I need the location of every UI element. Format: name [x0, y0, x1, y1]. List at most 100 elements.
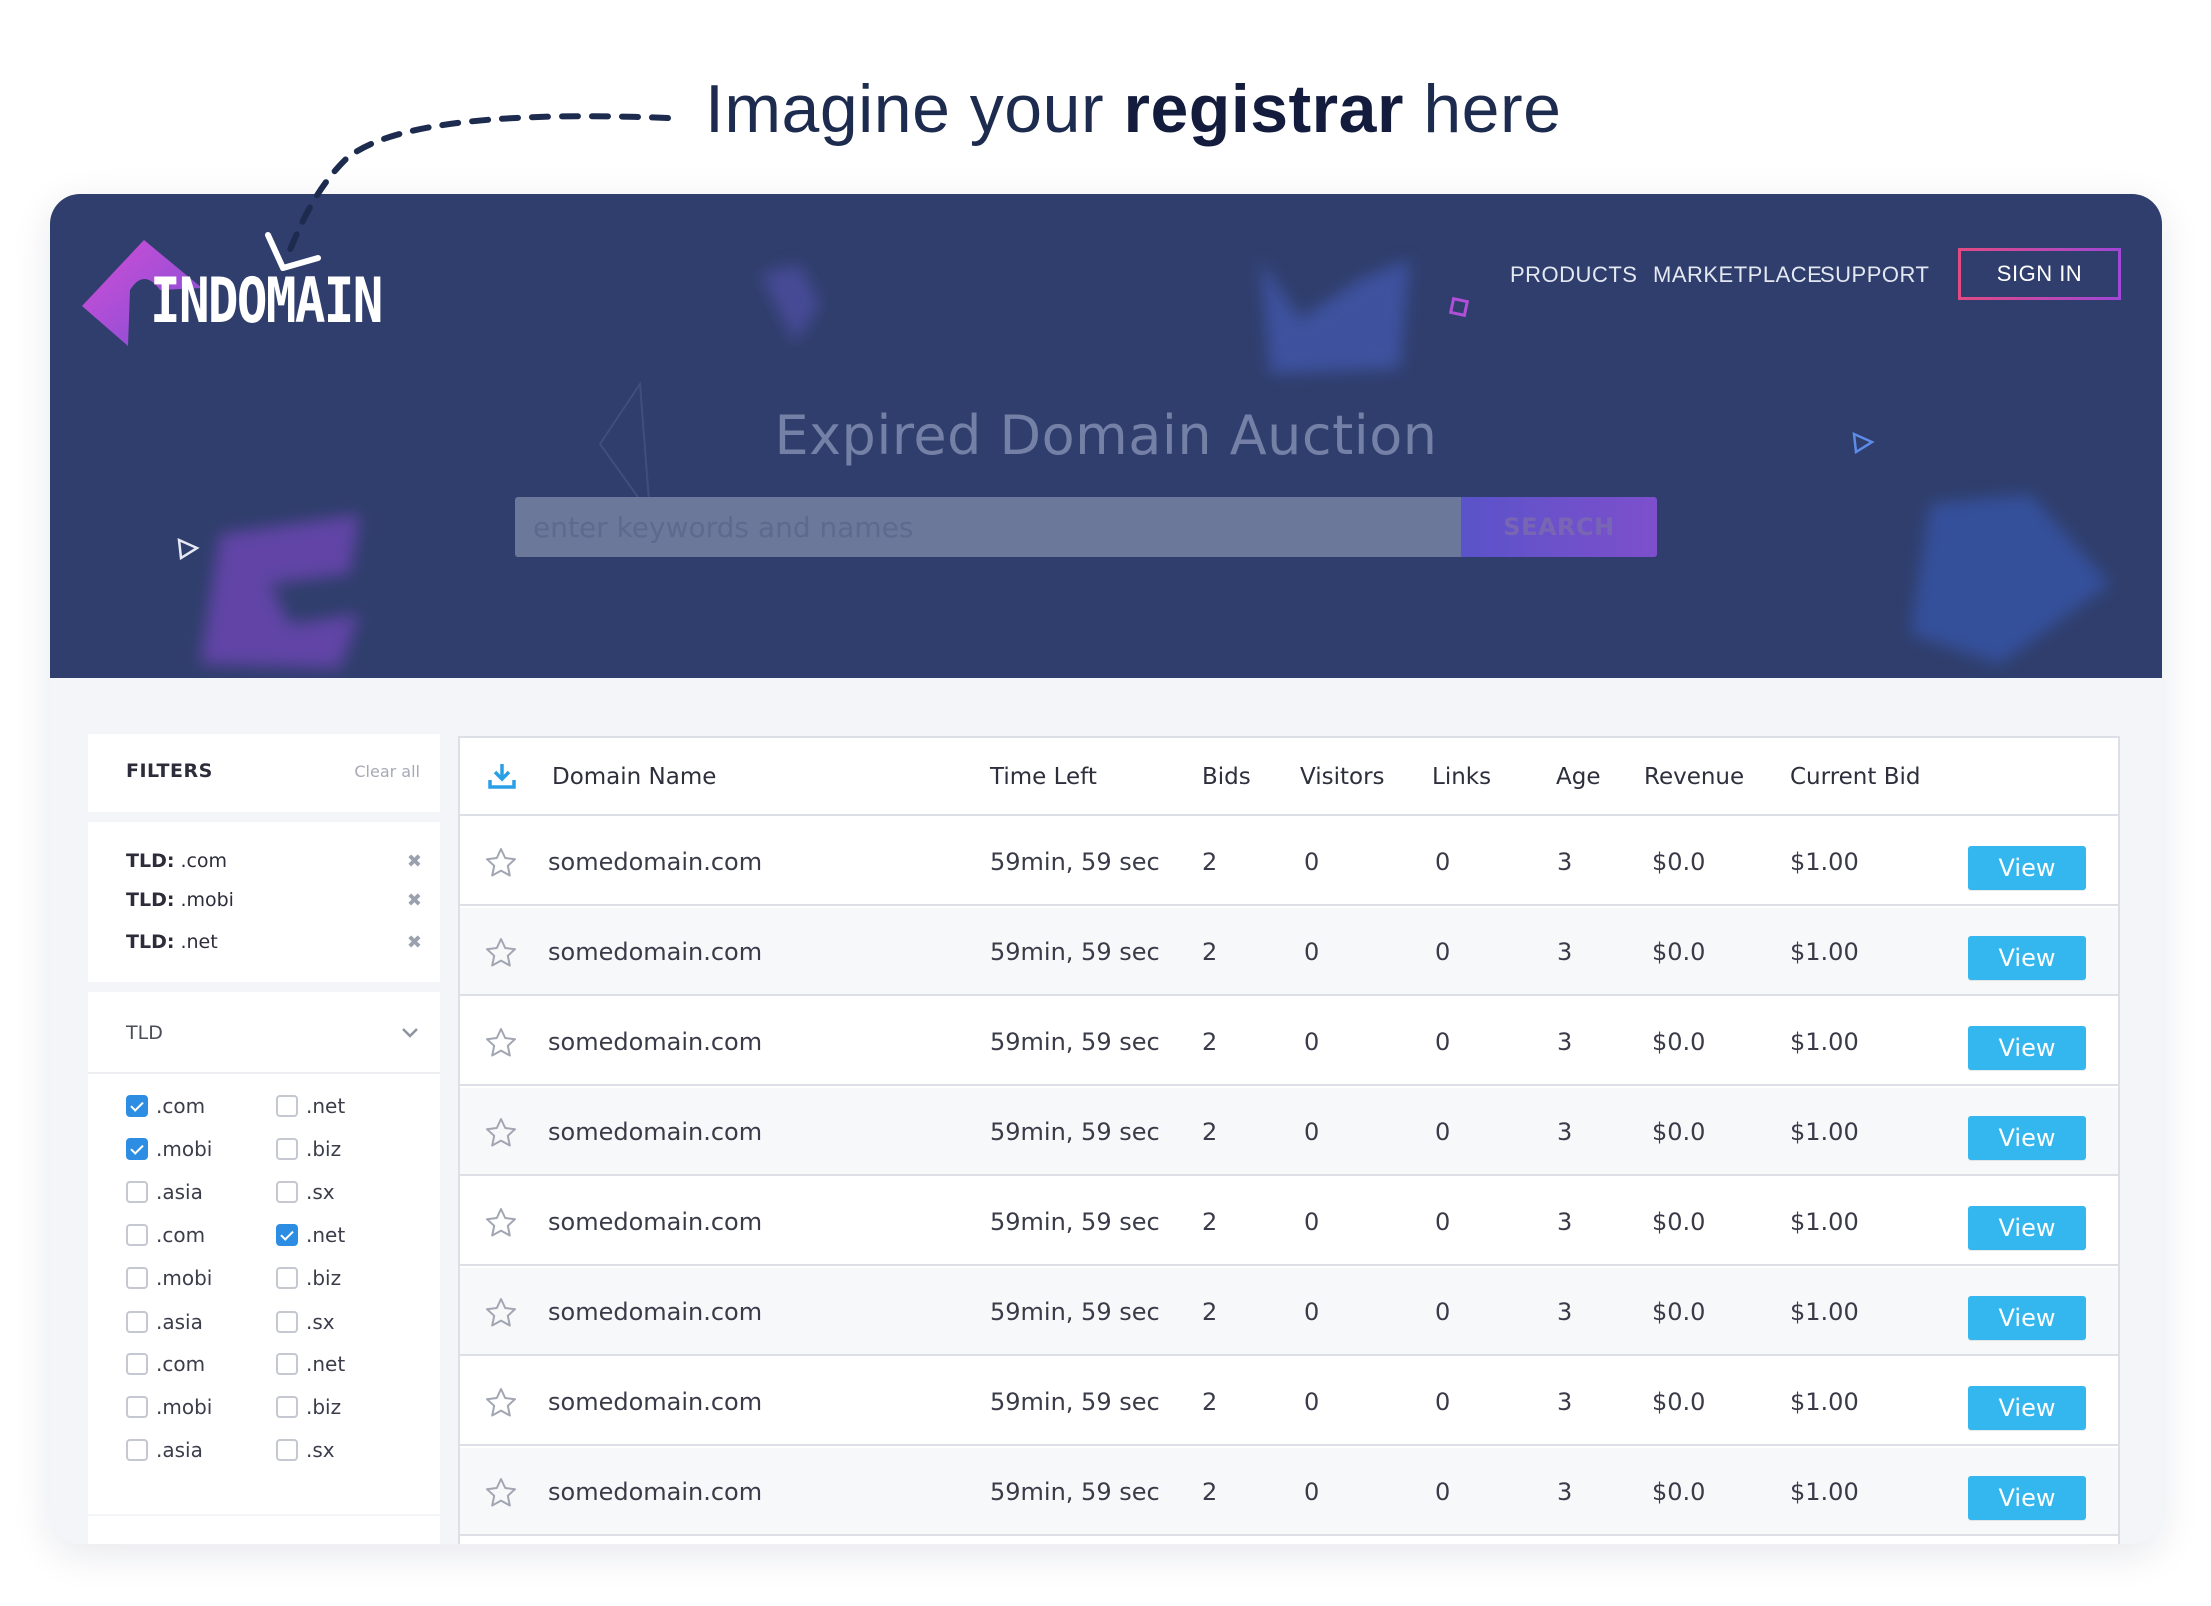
checkbox-empty-icon[interactable] [276, 1439, 298, 1461]
checkbox-empty-icon[interactable] [276, 1353, 298, 1375]
tld-checkbox[interactable]: .asia [126, 1180, 203, 1204]
checkbox-checked-icon[interactable] [276, 1224, 298, 1246]
cell-current-bid: $1.00 [1790, 1208, 1859, 1236]
checkbox-empty-icon[interactable] [126, 1439, 148, 1461]
nav-products-link[interactable]: PRODUCTS [1510, 262, 1637, 288]
cell-time-left: 59min, 59 sec [990, 938, 1160, 966]
checkbox-empty-icon[interactable] [276, 1311, 298, 1333]
cell-current-bid: $1.00 [1790, 938, 1859, 966]
col-age[interactable]: Age [1556, 764, 1600, 790]
tld-checkbox[interactable]: .net [276, 1352, 345, 1376]
star-icon[interactable] [484, 1026, 518, 1060]
tld-checkbox[interactable]: .mobi [126, 1137, 212, 1161]
nav-support-link[interactable]: SUPPORT [1820, 262, 1929, 288]
col-time-left[interactable]: Time Left [990, 764, 1097, 790]
active-filter-chip: TLD: .mobi ✖ [126, 885, 422, 915]
col-links[interactable]: Links [1432, 764, 1491, 790]
checkbox-checked-icon[interactable] [126, 1138, 148, 1160]
col-visitors[interactable]: Visitors [1300, 764, 1385, 790]
cell-visitors: 0 [1304, 1478, 1320, 1506]
star-icon[interactable] [484, 1206, 518, 1240]
cell-age: 3 [1557, 1388, 1573, 1416]
col-bids[interactable]: Bids [1202, 764, 1251, 790]
search-input[interactable] [515, 497, 1461, 557]
cell-visitors: 0 [1304, 1208, 1320, 1236]
caption-suffix: here [1423, 71, 1562, 147]
view-button[interactable]: View [1968, 1296, 2086, 1340]
tld-checkbox[interactable]: .net [276, 1094, 345, 1118]
checkbox-empty-icon[interactable] [276, 1181, 298, 1203]
remove-filter-icon[interactable]: ✖ [407, 932, 422, 953]
tld-checkbox[interactable]: .net [276, 1223, 345, 1247]
tld-checkbox[interactable]: .sx [276, 1180, 335, 1204]
star-icon[interactable] [484, 1116, 518, 1150]
cell-domain[interactable]: somedomain.com [548, 938, 762, 966]
nav-marketplace-link[interactable]: MARKETPLACE [1653, 262, 1822, 288]
checkbox-empty-icon[interactable] [126, 1353, 148, 1375]
tld-checkbox[interactable]: .com [126, 1223, 205, 1247]
cell-age: 3 [1557, 938, 1573, 966]
star-icon[interactable] [484, 1386, 518, 1420]
filter-value: .com [180, 850, 228, 872]
table-row: somedomain.com 59min, 59 sec 2 0 0 3 $0.0 $1.00… [460, 1088, 2118, 1176]
filter-value: .net [180, 931, 218, 953]
cell-revenue: $0.0 [1652, 1118, 1706, 1146]
checkbox-empty-icon[interactable] [126, 1181, 148, 1203]
view-button[interactable]: View [1968, 846, 2086, 890]
view-button[interactable]: View [1968, 1026, 2086, 1070]
col-domain-name[interactable]: Domain Name [552, 764, 716, 790]
tld-checkbox[interactable]: .biz [276, 1395, 341, 1419]
checkbox-empty-icon[interactable] [126, 1311, 148, 1333]
view-button[interactable]: View [1968, 1386, 2086, 1430]
download-icon[interactable] [486, 760, 518, 792]
cell-domain[interactable]: somedomain.com [548, 1298, 762, 1326]
col-revenue[interactable]: Revenue [1644, 764, 1744, 790]
decor-shape-icon [760, 264, 820, 344]
caption-prefix: Imagine your [705, 71, 1105, 147]
remove-filter-icon[interactable]: ✖ [407, 890, 422, 911]
cell-domain[interactable]: somedomain.com [548, 1028, 762, 1056]
checkbox-checked-icon[interactable] [126, 1095, 148, 1117]
tld-checkbox[interactable]: .biz [276, 1266, 341, 1290]
sign-in-button[interactable]: SIGN IN [1958, 248, 2121, 300]
cell-visitors: 0 [1304, 1388, 1320, 1416]
tld-checkbox[interactable]: .asia [126, 1438, 203, 1462]
tld-checkbox-label: .mobi [156, 1395, 213, 1419]
tld-checkbox[interactable]: .biz [276, 1137, 341, 1161]
star-icon[interactable] [484, 1476, 518, 1510]
cell-domain[interactable]: somedomain.com [548, 848, 762, 876]
table-row: somedomain.com 59min, 59 sec 2 0 0 3 $0.0 $1.00… [460, 998, 2118, 1086]
star-icon[interactable] [484, 1296, 518, 1330]
search-button[interactable]: SEARCH [1461, 497, 1657, 557]
view-button[interactable]: View [1968, 1116, 2086, 1160]
checkbox-empty-icon[interactable] [276, 1396, 298, 1418]
tld-checkbox[interactable]: .com [126, 1352, 205, 1376]
cell-domain[interactable]: somedomain.com [548, 1118, 762, 1146]
tld-filter-toggle[interactable]: TLD [88, 992, 440, 1074]
checkbox-empty-icon[interactable] [276, 1095, 298, 1117]
checkbox-empty-icon[interactable] [126, 1396, 148, 1418]
tld-checkbox[interactable]: .sx [276, 1438, 335, 1462]
view-button[interactable]: View [1968, 1476, 2086, 1520]
cell-domain[interactable]: somedomain.com [548, 1208, 762, 1236]
cell-domain[interactable]: somedomain.com [548, 1478, 762, 1506]
star-icon[interactable] [484, 846, 518, 880]
tld-checkbox[interactable]: .mobi [126, 1266, 212, 1290]
cell-domain[interactable]: somedomain.com [548, 1388, 762, 1416]
caption-text: Imagine your registrar here [705, 70, 1561, 148]
col-current-bid[interactable]: Current Bid [1790, 764, 1920, 790]
checkbox-empty-icon[interactable] [126, 1267, 148, 1289]
tld-checkbox[interactable]: .com [126, 1094, 205, 1118]
view-button[interactable]: View [1968, 1206, 2086, 1250]
tld-checkbox[interactable]: .asia [126, 1310, 203, 1334]
view-button[interactable]: View [1968, 936, 2086, 980]
tld-checkbox-label: .biz [306, 1395, 342, 1419]
remove-filter-icon[interactable]: ✖ [407, 851, 422, 872]
checkbox-empty-icon[interactable] [126, 1224, 148, 1246]
checkbox-empty-icon[interactable] [276, 1138, 298, 1160]
checkbox-empty-icon[interactable] [276, 1267, 298, 1289]
tld-checkbox[interactable]: .sx [276, 1310, 335, 1334]
clear-all-link[interactable]: Clear all [354, 762, 420, 781]
star-icon[interactable] [484, 936, 518, 970]
tld-checkbox[interactable]: .mobi [126, 1395, 212, 1419]
